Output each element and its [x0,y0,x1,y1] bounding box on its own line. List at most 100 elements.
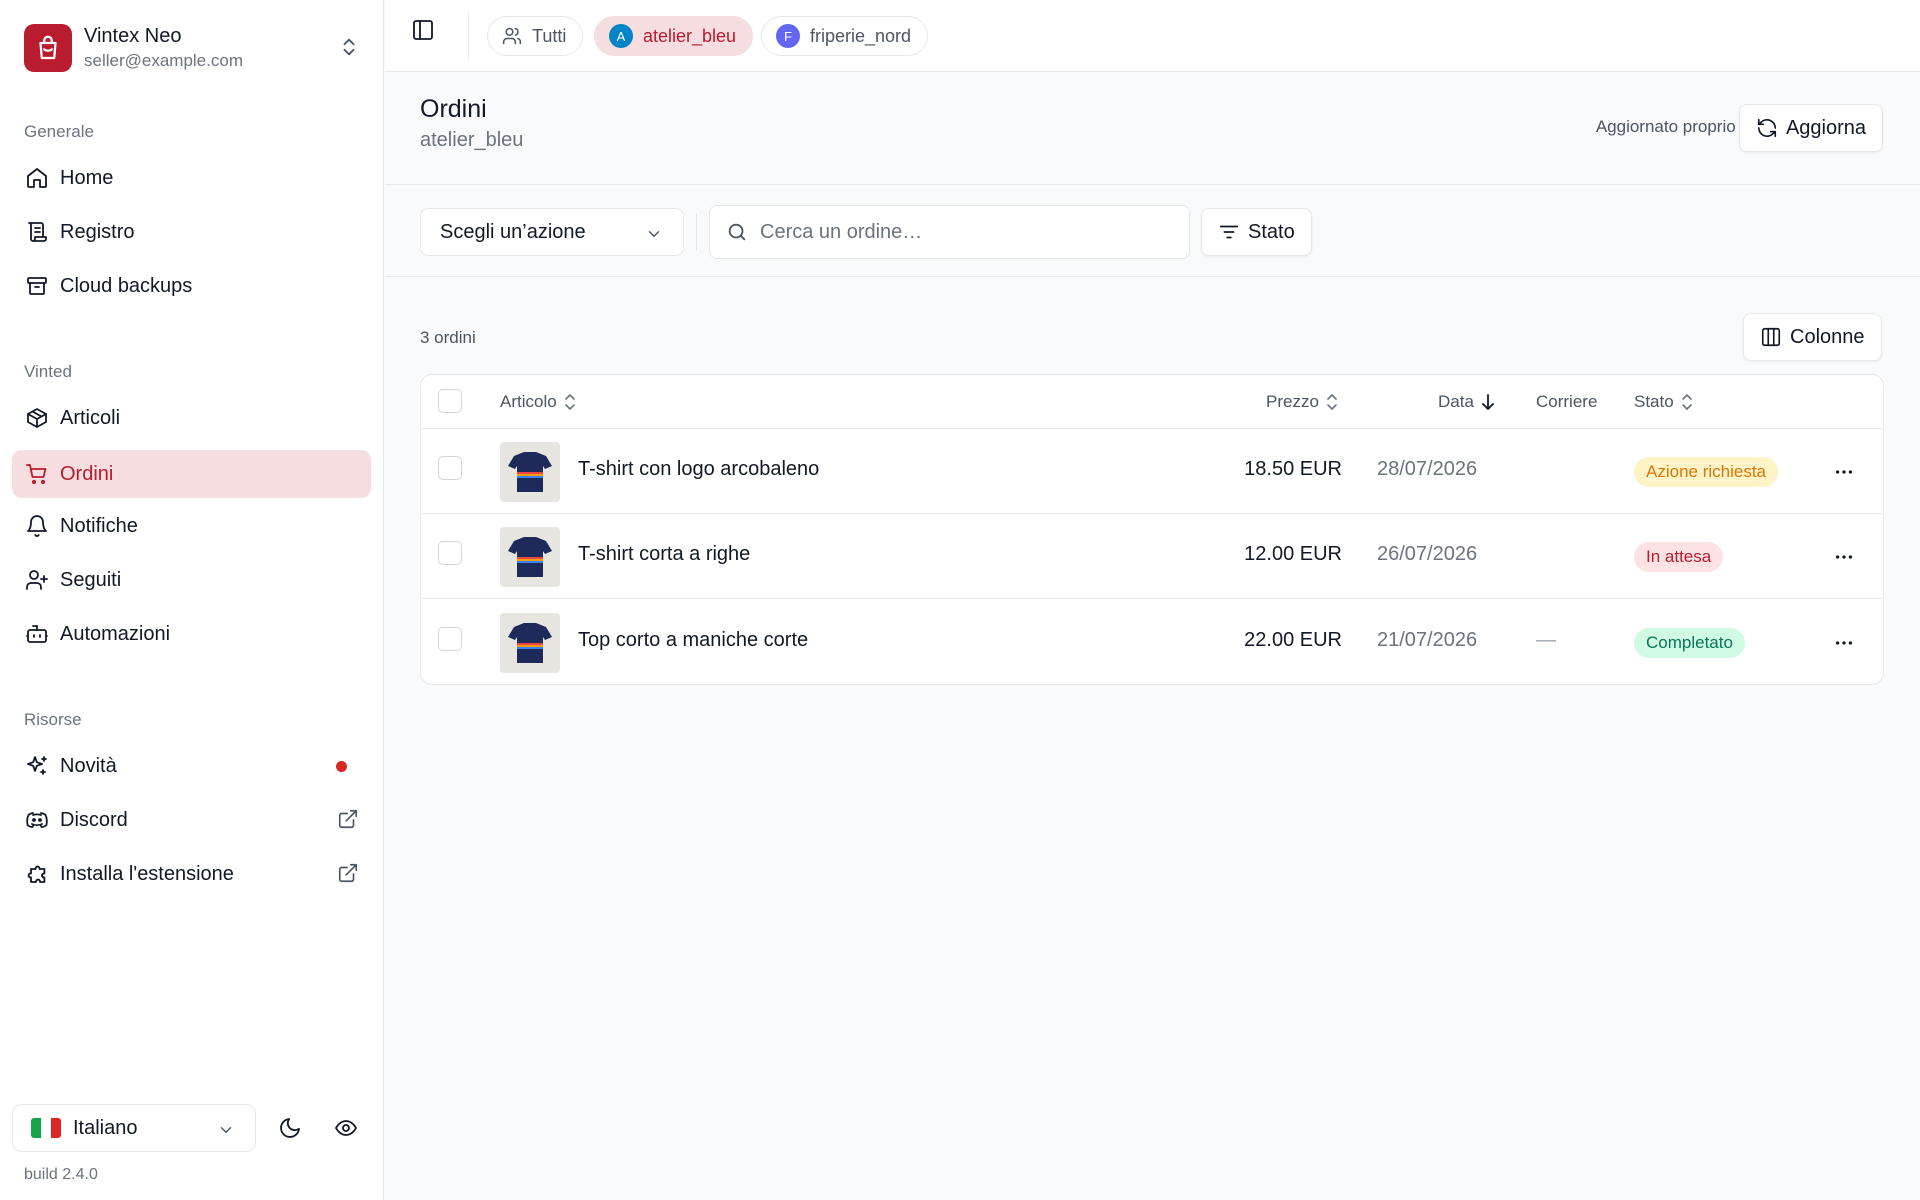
sidebar-item-label: Articoli [60,406,121,429]
column-header-prezzo[interactable]: Prezzo [1266,392,1339,412]
columns-label: Colonne [1790,325,1865,348]
column-header-label: Data [1438,392,1474,411]
sidebar-item-discord[interactable]: Discord [12,796,371,844]
table-row[interactable]: T-shirt corta a righe 12.00 EUR 26/07/20… [421,514,1883,599]
row-checkbox[interactable] [438,456,462,480]
account-name: Vintex Neo [84,25,182,47]
row-checkbox[interactable] [438,541,462,565]
order-price: 18.50 EUR [1244,458,1342,480]
account-chip-tutti[interactable]: Tutti [487,16,584,56]
search-icon [726,221,748,243]
filter-icon [1218,221,1240,243]
order-date: 26/07/2026 [1377,543,1478,565]
product-thumbnail [500,527,560,587]
columns-button[interactable]: Colonne [1743,313,1882,361]
row-actions-button[interactable] [1829,628,1859,658]
order-price: 12.00 EUR [1244,543,1342,565]
search-input[interactable] [760,220,1160,244]
section-label-vinted: Vinted [24,362,72,381]
column-header-articolo[interactable]: Articolo [500,392,577,412]
sidebar-item-cloud-backups[interactable]: Cloud backups [12,262,371,310]
moon-icon [278,1116,302,1140]
bulk-action-select[interactable]: Scegli un’azione [420,208,684,256]
dark-mode-toggle[interactable] [270,1108,310,1148]
language-label: Italiano [73,1116,138,1139]
sidebar-toggle-button[interactable] [411,18,435,42]
sidebar-item-registro[interactable]: Registro [12,208,371,256]
sort-icon [1680,393,1694,411]
status-badge: In attesa [1634,542,1724,572]
puzzle-icon [24,861,50,887]
scroll-icon [24,219,50,245]
refresh-button[interactable]: Aggiorna [1738,104,1883,152]
package-icon [24,405,50,431]
more-horizontal-icon [1833,461,1855,483]
filter-toolbar: Scegli un’azione Stato [385,185,1920,277]
sidebar-item-label: Ordini [60,462,114,485]
status-badge: Azione richiesta [1634,457,1779,487]
discord-icon [24,807,50,833]
row-actions-button[interactable] [1829,457,1859,487]
row-checkbox[interactable] [438,627,462,651]
select-all-checkbox[interactable] [438,389,462,413]
sidebar-item-label: Installa l'estensione [60,862,234,885]
section-label-risorse: Risorse [24,710,82,729]
shopping-bag-icon [24,24,72,72]
privacy-toggle[interactable] [326,1108,366,1148]
order-carrier: — [1536,629,1556,651]
column-header-label: Stato [1634,392,1674,411]
account-chip-atelier-bleu[interactable]: A atelier_bleu [594,16,754,56]
table-row[interactable]: Top corto a maniche corte 22.00 EUR 21/0… [421,600,1883,685]
order-title: T-shirt corta a righe [578,543,751,565]
users-icon [502,26,522,46]
columns-icon [1760,326,1782,348]
row-actions-button[interactable] [1829,542,1859,572]
table-row[interactable]: T-shirt con logo arcobaleno 18.50 EUR 28… [421,429,1883,514]
bulk-action-label: Scegli un’azione [440,220,586,243]
column-header-label: Prezzo [1266,392,1319,411]
column-header-data[interactable]: Data [1438,392,1496,412]
page-subtitle: atelier_bleu [420,129,524,151]
sidebar-item-label: Discord [60,808,128,831]
sidebar-item-label: Novità [60,754,117,777]
sidebar-item-label: Notifiche [60,514,138,537]
sidebar-item-seguiti[interactable]: Seguiti [12,556,371,604]
sidebar-item-installa-estensione[interactable]: Installa l'estensione [12,850,371,898]
column-header-stato[interactable]: Stato [1634,392,1694,412]
sparkles-icon [24,753,50,779]
sidebar-item-home[interactable]: Home [12,154,371,202]
order-title: Top corto a maniche corte [578,629,809,651]
sidebar-item-label: Automazioni [60,622,171,645]
avatar: A [609,24,633,48]
section-label-generale: Generale [24,122,94,141]
status-filter-button[interactable]: Stato [1201,208,1312,256]
account-chip-friperie-nord[interactable]: F friperie_nord [761,16,929,56]
sidebar-item-label: Registro [60,220,135,243]
eye-icon [334,1116,358,1140]
sidebar-item-articoli[interactable]: Articoli [12,394,371,442]
chip-label: atelier_bleu [643,25,737,46]
table-header: Articolo Prezzo Data Corriere Stato [421,375,1883,429]
order-count: 3 ordini [420,328,476,347]
build-version: build 2.4.0 [24,1166,98,1183]
account-switcher[interactable]: Vintex Neo seller@example.com [12,10,372,86]
page-title: Ordini [420,95,487,123]
divider [696,213,697,251]
topbar: Tutti A atelier_bleu F friperie_nord [385,0,1920,72]
language-select[interactable]: Italiano [12,1104,256,1152]
sidebar-item-label: Seguiti [60,568,122,591]
sidebar-item-novita[interactable]: Novità [12,742,371,790]
new-indicator-dot [336,761,347,772]
sidebar-item-ordini[interactable]: Ordini [12,450,371,498]
orders-table: Articolo Prezzo Data Corriere Stato T-sh… [420,374,1884,685]
chip-label: Tutti [532,25,567,46]
sidebar-item-notifiche[interactable]: Notifiche [12,502,371,550]
sort-icon [563,393,577,411]
column-header-corriere: Corriere [1536,392,1597,412]
bot-icon [24,621,50,647]
cart-icon [24,461,50,487]
panel-left-icon [411,18,435,42]
arrow-down-icon [1480,393,1496,411]
order-title: T-shirt con logo arcobaleno [578,458,820,480]
sidebar-item-automazioni[interactable]: Automazioni [12,610,371,658]
